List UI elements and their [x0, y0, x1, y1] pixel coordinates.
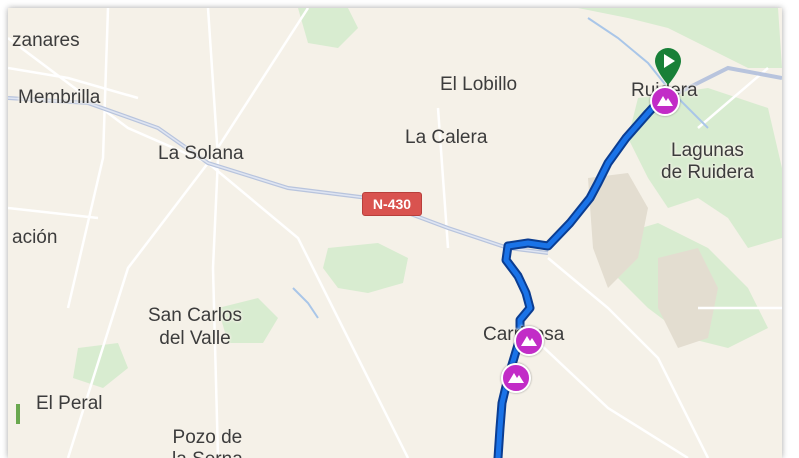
- place-label-la-calera: La Calera: [405, 127, 488, 148]
- place-label-manzanares: zanares: [12, 30, 80, 51]
- place-label-pozo-de-la-serna: Pozo de la Serna: [172, 427, 243, 458]
- waypoint-marker-ruidera[interactable]: [650, 86, 680, 116]
- mountain-peak-icon: [657, 96, 673, 106]
- play-triangle-icon: [655, 48, 681, 85]
- start-pin[interactable]: [653, 46, 683, 86]
- map-edge-feature: [16, 404, 20, 424]
- mountain-peak-icon: [521, 336, 537, 346]
- place-label-estacion: ación: [12, 227, 58, 248]
- place-label-membrilla: Membrilla: [18, 87, 101, 108]
- place-label-el-peral: El Peral: [36, 393, 103, 414]
- place-label-la-solana: La Solana: [158, 143, 244, 164]
- waypoint-marker-carrizosa-1[interactable]: [514, 326, 544, 356]
- waypoint-marker-carrizosa-2[interactable]: [501, 363, 531, 393]
- road-shield-n430: N-430: [362, 192, 422, 216]
- place-label-san-carlos-del-valle: San Carlos del Valle: [148, 305, 242, 349]
- map-canvas[interactable]: zanares Membrilla La Solana El Lobillo L…: [8, 8, 782, 458]
- place-label-lagunas-de-ruidera: Lagunas de Ruidera: [661, 140, 754, 183]
- major-roads-core: [8, 97, 549, 254]
- place-label-el-lobillo: El Lobillo: [440, 74, 518, 95]
- mountain-peak-icon: [508, 373, 524, 383]
